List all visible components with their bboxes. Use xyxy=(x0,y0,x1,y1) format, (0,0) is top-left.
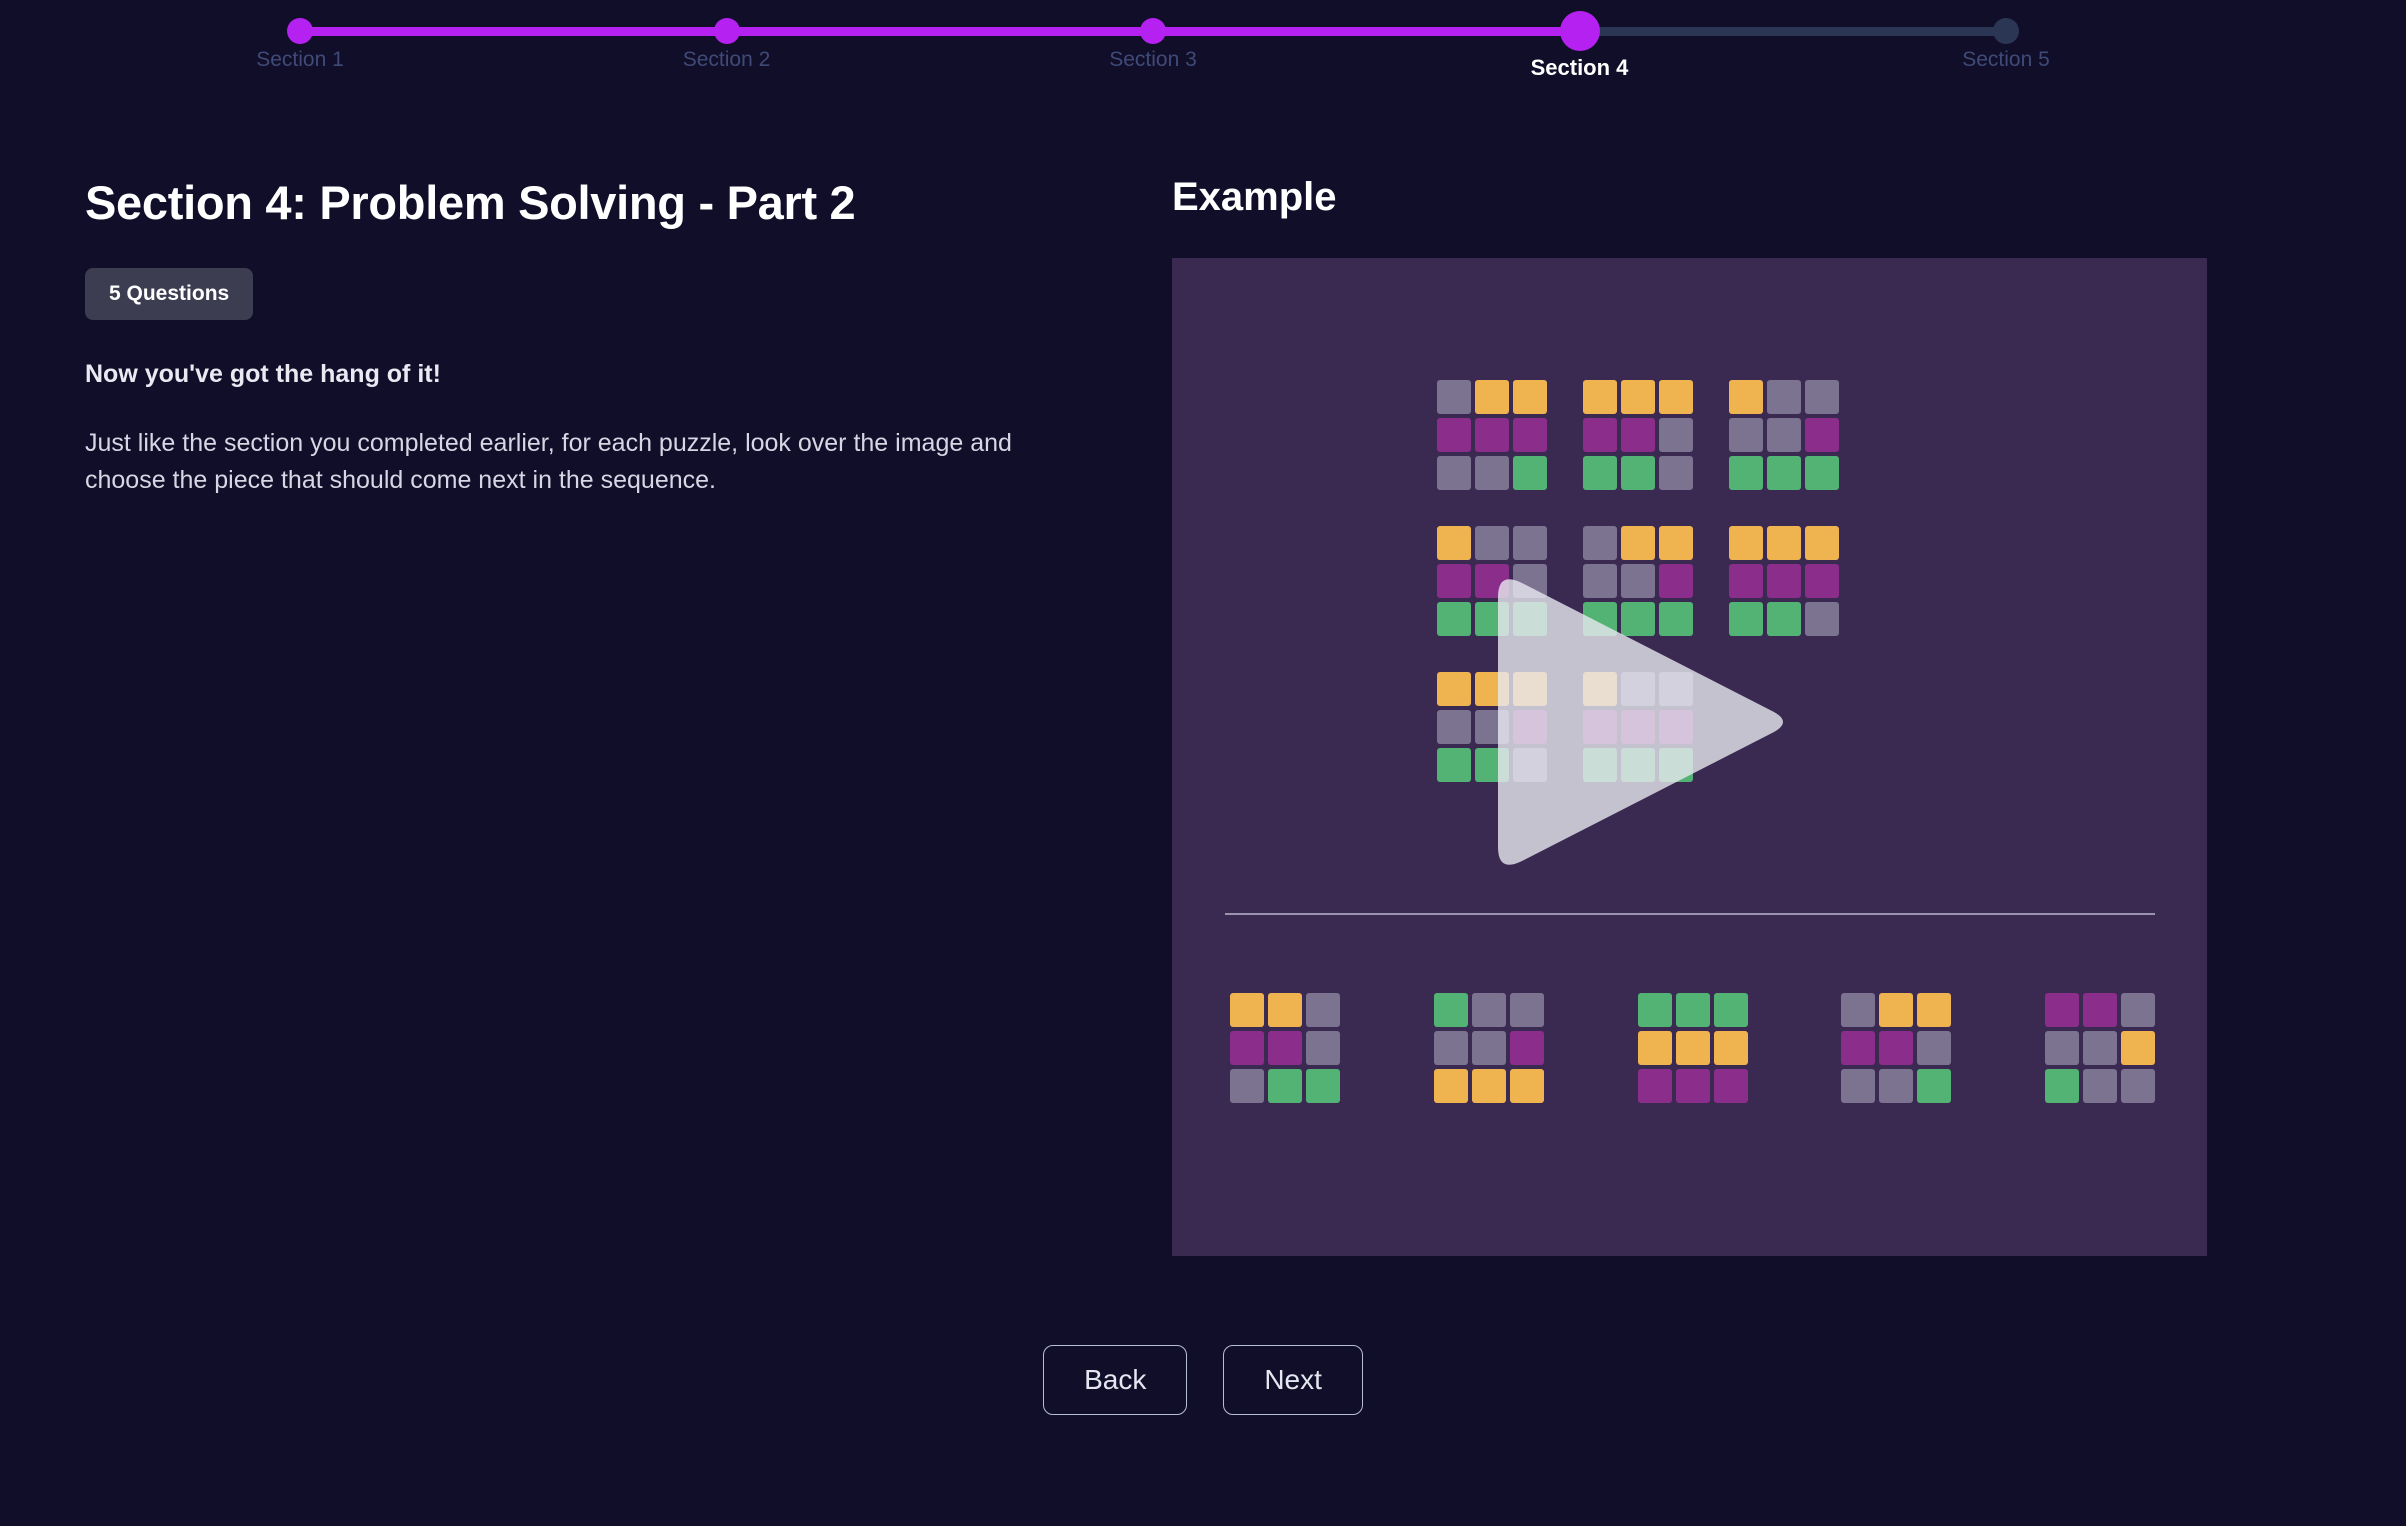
stepper-label-4: Section 4 xyxy=(1531,55,1629,81)
lead-paragraph: Now you've got the hang of it! xyxy=(85,360,1105,389)
section-info-panel: Section 4: Problem Solving - Part 2 5 Qu… xyxy=(85,175,1105,499)
example-panel: Example ? xyxy=(1172,175,2207,1256)
stepper-fill xyxy=(300,27,1580,36)
stepper-label-1: Section 1 xyxy=(256,48,344,72)
stepper-dot-5 xyxy=(1993,18,2019,44)
stepper-dot-1 xyxy=(287,18,313,44)
progress-stepper: Section 1 Section 2 Section 3 Section 4 Sect… xyxy=(0,0,2406,108)
stepper-label-2: Section 2 xyxy=(683,48,771,72)
play-triangle-icon xyxy=(1492,557,1792,887)
stepper-dot-3 xyxy=(1140,18,1166,44)
next-button[interactable]: Next xyxy=(1223,1345,1363,1415)
stepper-label-5: Section 5 xyxy=(1962,48,2050,72)
play-button[interactable] xyxy=(1172,258,2207,1256)
stepper-dot-2 xyxy=(714,18,740,44)
footer-nav: Back Next xyxy=(0,1345,2406,1415)
questions-count-badge: 5 Questions xyxy=(85,268,253,320)
body-paragraph: Just like the section you completed earl… xyxy=(85,425,1085,499)
stepper-dot-4 xyxy=(1560,11,1600,51)
back-button[interactable]: Back xyxy=(1043,1345,1187,1415)
example-video-player[interactable]: ? xyxy=(1172,258,2207,1256)
example-title: Example xyxy=(1172,175,2207,220)
stepper-label-3: Section 3 xyxy=(1109,48,1197,72)
page-title: Section 4: Problem Solving - Part 2 xyxy=(85,175,1105,230)
